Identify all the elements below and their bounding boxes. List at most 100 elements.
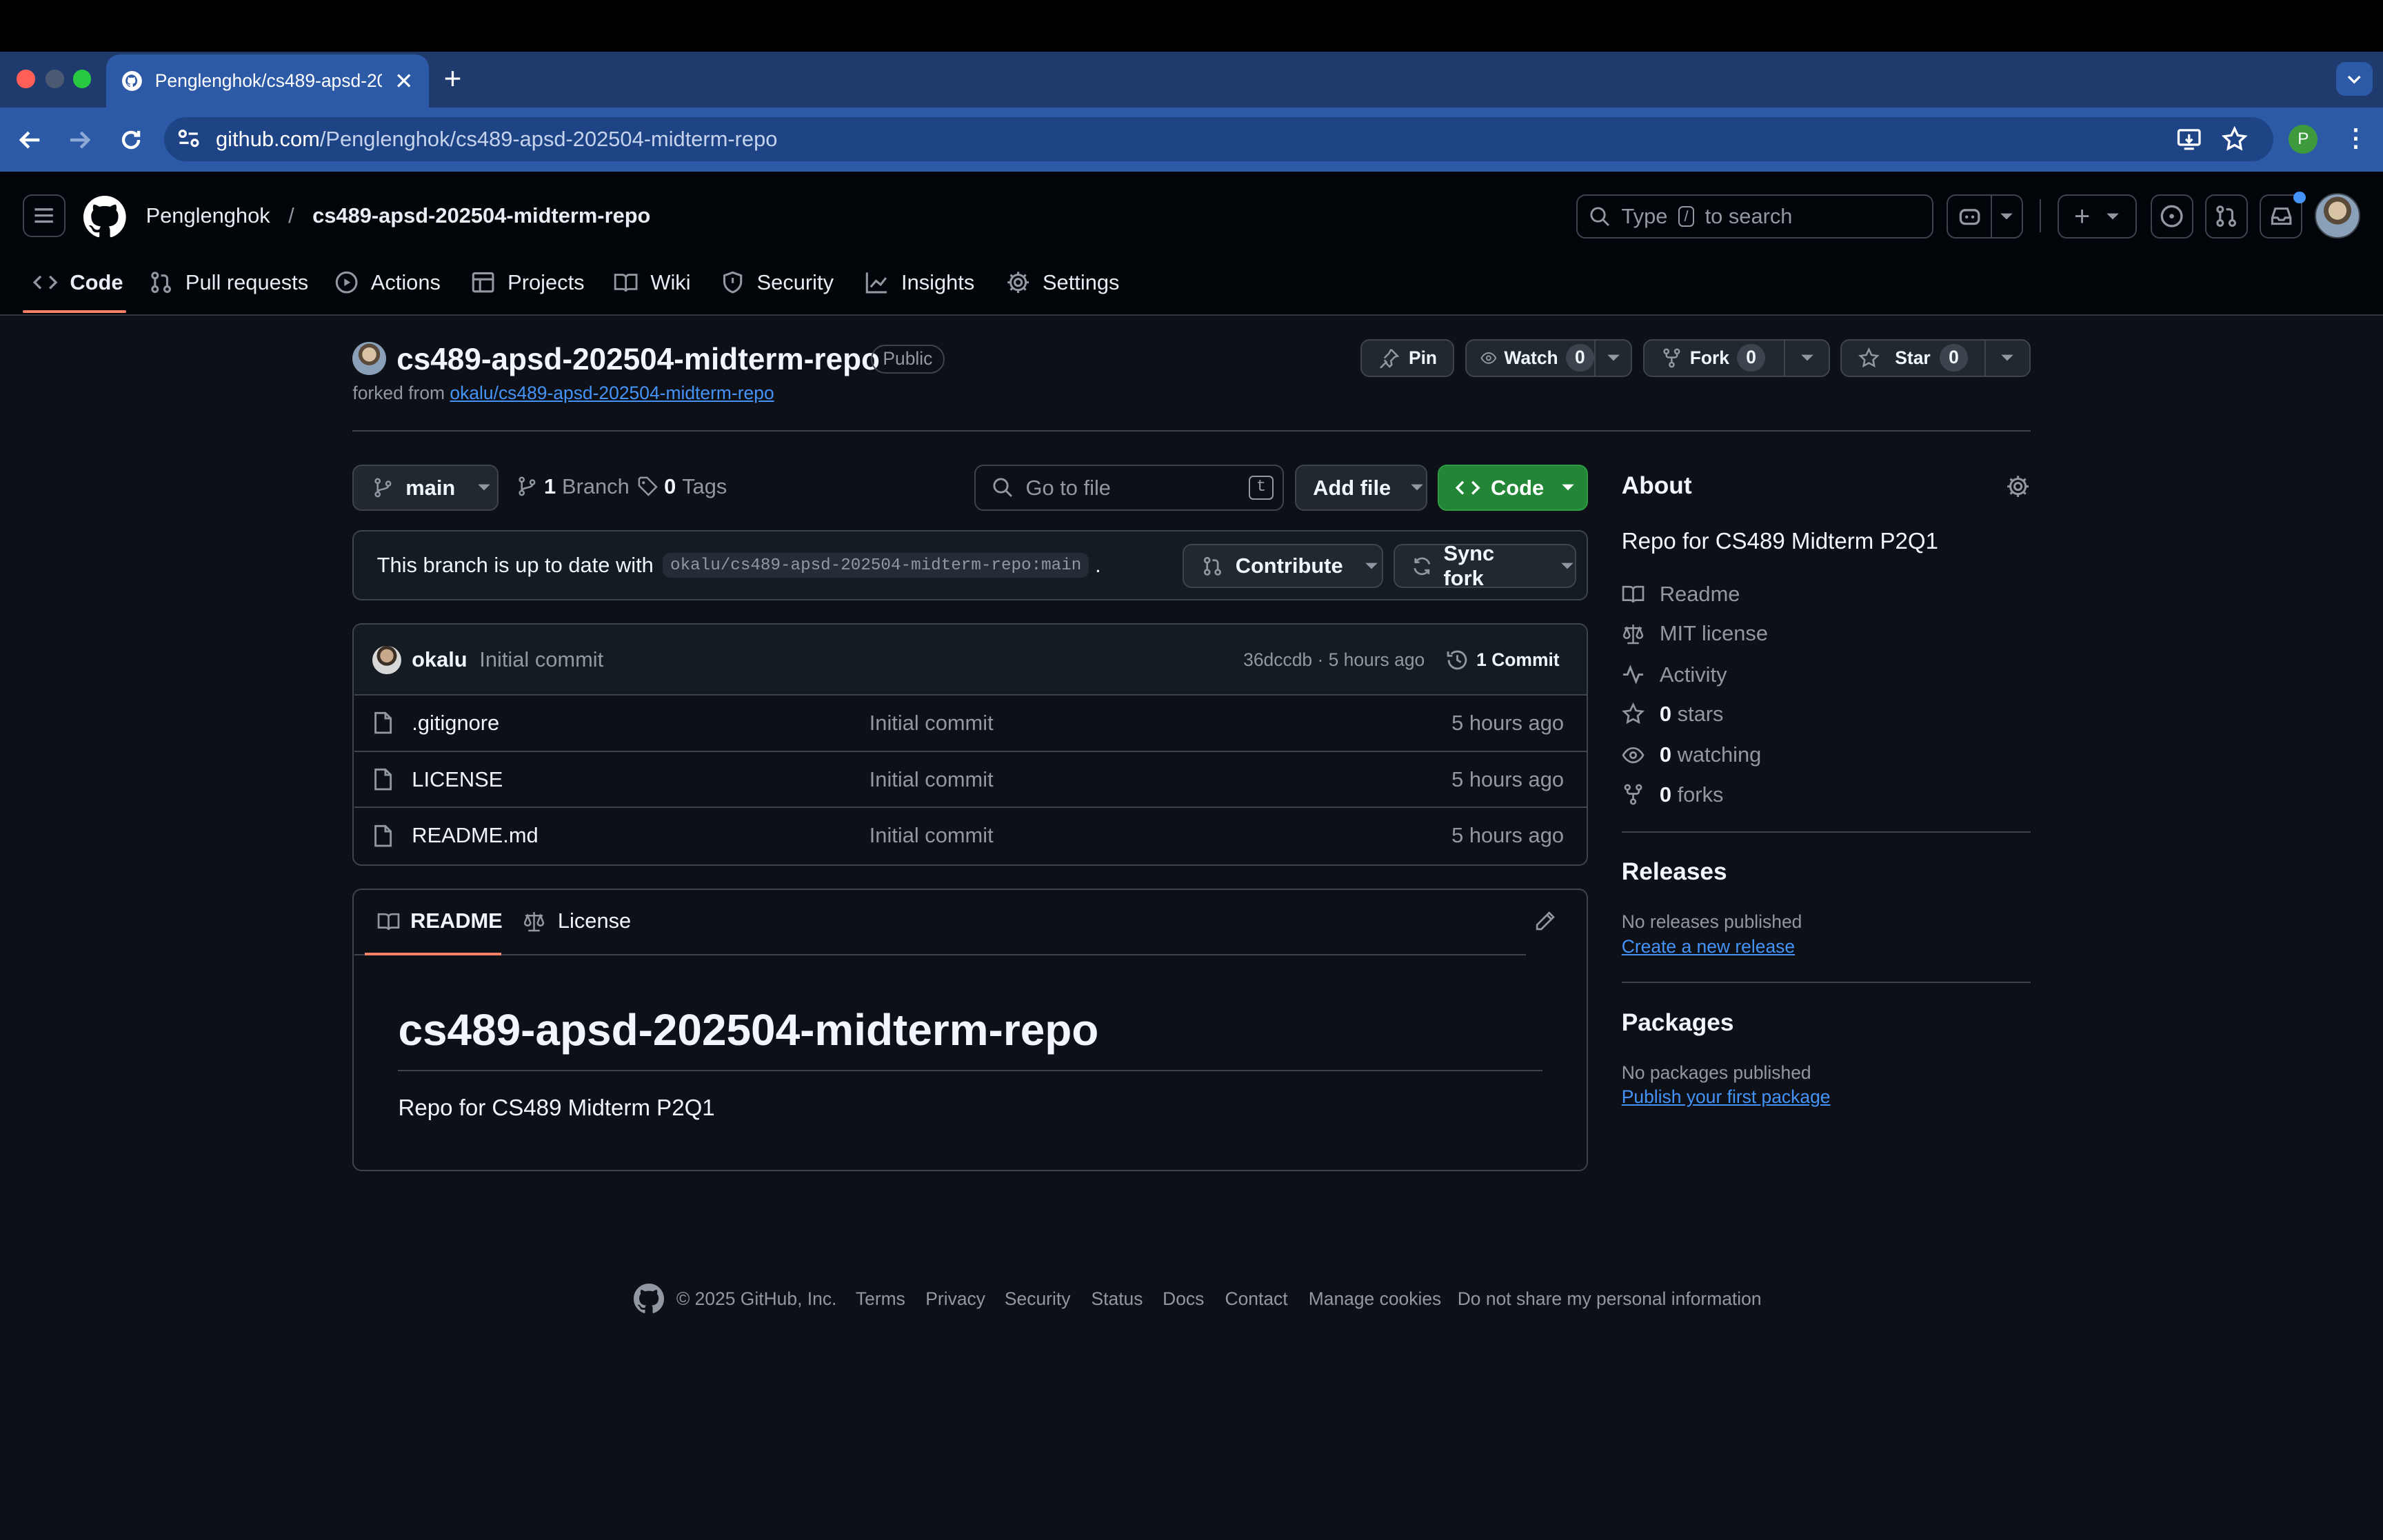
commit-hash-time[interactable]: 36dccdb · 5 hours ago [1243, 649, 1425, 671]
footer-privacy[interactable]: Privacy [925, 1288, 985, 1313]
file-commit-message[interactable]: Initial commit [869, 823, 1451, 848]
back-arrow-icon[interactable] [15, 125, 46, 155]
about-settings-button[interactable] [2006, 474, 2030, 498]
footer-security[interactable]: Security [1005, 1288, 1071, 1313]
forked-from-link[interactable]: okalu/cs489-apsd-202504-midterm-repo [450, 383, 774, 403]
branches-link[interactable]: 1 Branch [516, 474, 630, 499]
tab-security[interactable]: Security [721, 259, 834, 307]
window-close-button[interactable] [17, 70, 35, 88]
footer-contact[interactable]: Contact [1225, 1288, 1288, 1313]
packages-title[interactable]: Packages [1622, 1009, 1734, 1037]
chevron-down-icon [478, 485, 490, 491]
file-row[interactable]: .gitignore Initial commit 5 hours ago [354, 694, 1587, 751]
tab-insights[interactable]: Insights [865, 259, 974, 307]
tab-pull-requests[interactable]: Pull requests [149, 259, 308, 307]
file-name[interactable]: .gitignore [412, 711, 869, 736]
footer-manage-cookies[interactable]: Manage cookies [1309, 1288, 1442, 1313]
create-release-link[interactable]: Create a new release [1622, 936, 1795, 958]
sync-fork-button[interactable]: Sync fork [1394, 541, 1576, 590]
eye-icon [1622, 747, 1645, 764]
commit-author-avatar[interactable] [372, 645, 401, 675]
pin-button[interactable]: Pin [1360, 338, 1455, 377]
pull-request-icon [151, 272, 171, 294]
tab-label: Settings [1042, 270, 1120, 294]
about-description: Repo for CS489 Midterm P2Q1 [1621, 529, 1938, 555]
bookmark-star-icon[interactable] [2222, 125, 2248, 152]
tags-count: 0 [664, 474, 676, 498]
tags-link[interactable]: 0 Tags [637, 474, 727, 499]
forward-arrow-icon[interactable] [64, 125, 94, 155]
copilot-button[interactable] [1947, 194, 2023, 239]
commit-author[interactable]: okalu [412, 647, 467, 672]
search-input[interactable]: Type / to search [1576, 194, 1933, 239]
tab-projects[interactable]: Projects [471, 259, 585, 307]
tab-close-icon[interactable]: ✕ [394, 68, 414, 95]
repo-link[interactable]: cs489-apsd-202504-midterm-repo [312, 203, 650, 228]
create-new-button[interactable]: + [2058, 194, 2137, 239]
edit-readme-button[interactable] [1534, 910, 1556, 933]
owner-link[interactable]: Penglenghok [146, 203, 270, 228]
tab-actions[interactable]: Actions [334, 259, 441, 307]
forks-link[interactable]: 0 forks [1622, 778, 1724, 811]
sync-ref[interactable]: okalu/cs489-apsd-202504-midterm-repo:mai… [663, 553, 1089, 578]
window-zoom-button[interactable] [72, 70, 92, 88]
commits-link[interactable]: 1 Commit [1446, 649, 1560, 671]
add-file-button[interactable]: Add file [1294, 465, 1427, 511]
file-name[interactable]: README.md [412, 823, 869, 848]
footer-docs[interactable]: Docs [1163, 1288, 1204, 1313]
file-row[interactable]: LICENSE Initial commit 5 hours ago [354, 750, 1587, 807]
reload-icon[interactable] [116, 125, 146, 155]
github-footer-logo-icon[interactable] [634, 1284, 665, 1314]
browser-menu-icon[interactable]: ⋮ [2344, 125, 2368, 152]
forks-label: forks [1677, 782, 1724, 807]
user-avatar[interactable] [2314, 192, 2360, 239]
repo-owner-avatar[interactable] [352, 341, 386, 376]
new-tab-button[interactable]: + [444, 63, 462, 94]
commit-message[interactable]: Initial commit [479, 647, 1243, 672]
releases-title[interactable]: Releases [1622, 858, 1727, 886]
install-app-icon[interactable] [2176, 126, 2202, 152]
readme-link[interactable]: Readme [1622, 578, 1740, 611]
address-bar[interactable]: github.com/Penglenghok/cs489-apsd-202504… [164, 116, 2274, 161]
file-name[interactable]: LICENSE [412, 767, 869, 792]
license-link[interactable]: MIT license [1622, 617, 1768, 650]
browser-tab[interactable]: Penglenghok/cs489-apsd-20 ✕ [106, 54, 429, 108]
file-commit-message[interactable]: Initial commit [869, 711, 1451, 736]
code-button[interactable]: Code [1438, 465, 1589, 511]
watching-link[interactable]: 0 watching [1622, 738, 1761, 771]
file-row[interactable]: README.md Initial commit 5 hours ago [354, 807, 1587, 863]
activity-link[interactable]: Activity [1622, 658, 1727, 691]
footer-terms[interactable]: Terms [856, 1288, 905, 1313]
window-minimize-button[interactable] [46, 70, 64, 88]
stars-link[interactable]: 0 stars [1621, 698, 1723, 731]
visibility-badge: Public [870, 345, 945, 374]
chevron-down-icon [1785, 350, 1828, 365]
watch-button[interactable]: Watch 0 [1465, 338, 1633, 377]
tab-wiki[interactable]: Wiki [614, 259, 691, 307]
chevron-down-icon [1365, 563, 1378, 569]
tab-readme[interactable]: README [377, 909, 503, 933]
footer-status[interactable]: Status [1092, 1288, 1143, 1313]
site-info-icon[interactable] [177, 126, 201, 150]
tab-code[interactable]: Code [33, 259, 123, 307]
tab-license[interactable]: License [523, 909, 631, 933]
go-to-file-input[interactable]: Go to file t [974, 465, 1285, 511]
fork-button[interactable]: Fork 0 [1642, 338, 1830, 377]
tab-search-button[interactable] [2335, 62, 2373, 96]
file-commit-message[interactable]: Initial commit [869, 767, 1451, 792]
eye-icon [1480, 352, 1496, 364]
hamburger-menu-button[interactable] [23, 194, 66, 237]
pull-requests-button[interactable] [2205, 194, 2248, 239]
star-button[interactable]: Star 0 [1840, 338, 2031, 377]
branch-selector[interactable]: main [352, 465, 499, 511]
repo-title[interactable]: cs489-apsd-202504-midterm-repo [396, 342, 880, 378]
commits-label: 1 Commit [1476, 649, 1560, 670]
fork-icon [1663, 348, 1680, 368]
contribute-button[interactable]: Contribute [1182, 544, 1383, 588]
publish-package-link[interactable]: Publish your first package [1622, 1086, 1831, 1108]
footer-do-not-share[interactable]: Do not share my personal information [1458, 1288, 1762, 1313]
github-logo-icon[interactable] [83, 196, 126, 239]
issues-button[interactable] [2150, 194, 2193, 239]
profile-avatar[interactable]: P [2289, 124, 2318, 154]
tab-settings[interactable]: Settings [1006, 259, 1119, 307]
